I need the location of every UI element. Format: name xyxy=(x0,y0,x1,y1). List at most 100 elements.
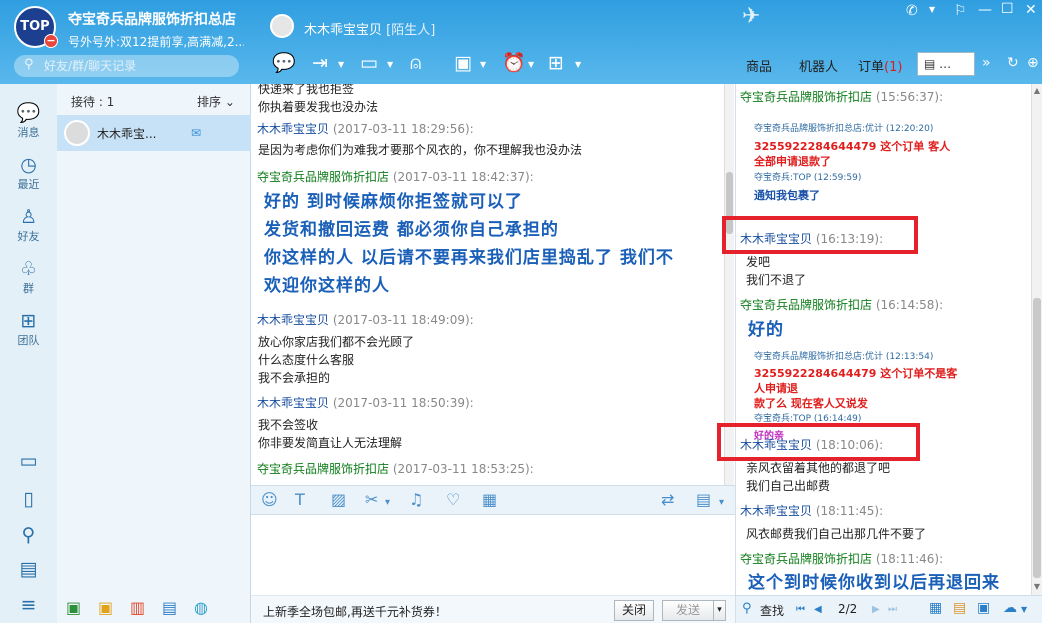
plugin-icon[interactable]: ▣ xyxy=(66,598,81,617)
sender-name[interactable]: 夺宝奇兵品牌服饰折扣店 xyxy=(740,90,872,104)
gift-icon[interactable]: ▣ xyxy=(98,598,113,617)
first-page-icon[interactable]: ⏮ xyxy=(796,604,805,615)
heart-icon[interactable]: ♡ xyxy=(446,491,460,509)
note-icon: ▤ xyxy=(924,57,940,71)
chevron-down-icon[interactable]: ▼ xyxy=(1021,605,1027,614)
window-icon: ▭ xyxy=(19,450,38,472)
export-icon[interactable]: ▣ xyxy=(977,600,990,616)
screenshot-icon[interactable]: ✂ xyxy=(365,491,378,509)
prev-page-icon[interactable]: ◀ xyxy=(814,604,822,615)
user-gear-icon: ⚲ xyxy=(21,524,36,546)
history-icon[interactable]: ▤ xyxy=(696,491,711,509)
search-icon[interactable]: ⚲ xyxy=(742,601,752,616)
font-icon[interactable]: T xyxy=(295,491,305,509)
search-input[interactable] xyxy=(44,57,229,75)
minimize-button[interactable]: — xyxy=(978,2,992,18)
person-icon: ♙ xyxy=(19,206,38,228)
screen-share-icon[interactable]: ▣ xyxy=(454,53,472,73)
sender-name[interactable]: 木木乖宝宝贝 xyxy=(740,504,812,518)
nav-groups[interactable]: ♧ 群 xyxy=(0,258,57,296)
nav-team[interactable]: ⊞ 团队 xyxy=(0,310,57,348)
shop-signature[interactable]: 号外号外:双12提前享,高满减,2... xyxy=(68,33,244,50)
settings-icon[interactable]: ⊕ xyxy=(1027,55,1039,71)
chevron-down-icon[interactable]: ▾ xyxy=(385,494,390,512)
sender-name[interactable]: 夺宝奇兵品牌服饰折扣店 xyxy=(257,170,389,184)
tab-more[interactable]: ▤ … xyxy=(917,52,975,76)
shop-name: 夺宝奇兵品牌服饰折扣总店 xyxy=(68,12,236,28)
sender-name[interactable]: 夺宝奇兵品牌服饰折扣店 xyxy=(740,552,872,566)
calendar-icon[interactable]: ▦ xyxy=(929,600,942,616)
tab-orders[interactable]: 订单(1) xyxy=(858,56,902,75)
scrollbar-thumb[interactable] xyxy=(1033,298,1041,578)
tab-goods[interactable]: 商品 xyxy=(746,56,772,75)
screenshot-clip[interactable]: 夺宝奇兵品牌服饰折扣总店:优计 (12:20:20) 3255922284644… xyxy=(754,122,959,203)
chevron-down-icon[interactable]: ▼ xyxy=(575,60,581,69)
sort-button[interactable]: 排序 ⌄ xyxy=(197,93,235,110)
nav-recent[interactable]: ◷ 最近 xyxy=(0,154,57,192)
message-input[interactable] xyxy=(251,515,735,595)
sender-name[interactable]: 木木乖宝宝贝 xyxy=(257,313,329,327)
mobile-icon: ▯ xyxy=(23,488,34,510)
calculator-icon[interactable]: ▦ xyxy=(482,491,497,509)
sender-name[interactable]: 木木乖宝宝贝 xyxy=(257,122,329,136)
chevron-down-icon[interactable]: ▾ xyxy=(719,494,724,512)
add-contact-icon[interactable]: ⍝ xyxy=(410,53,421,73)
close-button[interactable]: ✕ xyxy=(1025,2,1037,18)
plugin-bar: ▣ ▣ ▥ ▤ ◍ xyxy=(60,596,250,622)
chat-bubble-icon[interactable]: 💬 xyxy=(272,53,296,73)
find-button[interactable]: 查找 xyxy=(760,602,784,619)
pin-icon[interactable]: ⚐ xyxy=(954,3,967,19)
nav-window[interactable]: ▭ xyxy=(0,450,57,472)
nav-inbox[interactable]: ▤ xyxy=(0,558,57,580)
nav-mobile[interactable]: ▯ xyxy=(0,488,57,510)
next-page-icon[interactable]: ▶ xyxy=(872,604,880,615)
phone-icon[interactable]: ✆ xyxy=(906,3,918,19)
app-add-icon[interactable]: ⊞ xyxy=(548,53,564,73)
image-icon[interactable]: ▨ xyxy=(331,491,346,509)
stats-icon[interactable]: ▤ xyxy=(162,598,177,617)
more-tabs-button[interactable]: » xyxy=(982,55,991,71)
transfer-icon[interactable]: ⇥ xyxy=(312,53,328,73)
scroll-up-icon[interactable]: ▲ xyxy=(1033,86,1041,95)
chevron-down-icon[interactable]: ▼ xyxy=(929,5,935,14)
promo-text[interactable]: 上新季全场包邮,再送千元补货券！ xyxy=(263,603,447,620)
alarm-icon[interactable]: ⏰ xyxy=(502,53,526,73)
search-box[interactable]: ⚲ xyxy=(14,55,239,77)
nav-friends[interactable]: ♙ 好友 xyxy=(0,206,57,244)
nav-user-settings[interactable]: ⚲ xyxy=(0,524,57,546)
close-chat-button[interactable]: 关闭 xyxy=(614,600,654,621)
shop-icon[interactable]: ▥ xyxy=(130,598,145,617)
nav-menu[interactable]: ≡ xyxy=(0,594,57,616)
notes-icon[interactable]: ▤ xyxy=(953,600,966,616)
shake-icon[interactable]: ♫ xyxy=(409,491,423,509)
chevron-down-icon[interactable]: ▼ xyxy=(480,60,486,69)
list-item[interactable]: 木木乖宝... ✉ xyxy=(57,115,251,151)
message: 木木乖宝宝贝 (2017-03-11 18:49:09): 放心你家店我们都不会… xyxy=(257,313,474,385)
sender-name[interactable]: 夺宝奇兵品牌服饰折扣店 xyxy=(257,462,389,476)
sender-name[interactable]: 木木乖宝宝贝 xyxy=(257,396,329,410)
sender-name[interactable]: 夺宝奇兵品牌服饰折扣店 xyxy=(740,298,872,312)
cloud-icon[interactable]: ☁ xyxy=(1003,600,1017,616)
history-scrollbar[interactable]: ▲ ▼ xyxy=(1031,84,1042,595)
chevron-down-icon[interactable]: ▼ xyxy=(528,60,534,69)
emoji-icon[interactable]: ☺ xyxy=(261,491,278,509)
video-call-icon[interactable]: ▭ xyxy=(360,53,378,73)
tab-robot[interactable]: 机器人 xyxy=(799,56,838,75)
chat-plugin-icon[interactable]: ◍ xyxy=(194,598,208,617)
maximize-button[interactable]: ☐ xyxy=(1001,1,1014,17)
last-page-icon[interactable]: ⏭ xyxy=(888,604,897,615)
order-count-badge: (1) xyxy=(884,60,903,75)
nav-messages[interactable]: 💬 消息 xyxy=(0,102,57,140)
tab-orders-label: 订单 xyxy=(858,60,885,75)
refresh-icon[interactable]: ↻ xyxy=(1007,55,1019,71)
chevron-down-icon[interactable]: ▼ xyxy=(387,60,393,69)
send-button[interactable]: 发送 xyxy=(662,600,714,621)
avatar xyxy=(64,120,90,146)
chevron-down-icon[interactable]: ▼ xyxy=(338,60,344,69)
scroll-down-icon[interactable]: ▼ xyxy=(1033,582,1041,591)
contact-avatar[interactable] xyxy=(270,14,294,38)
send-options-button[interactable]: ▾ xyxy=(713,600,726,621)
contact-name: 木木乖宝宝贝 xyxy=(304,23,383,38)
quick-reply-icon[interactable]: ⇄ xyxy=(661,491,674,509)
status-badge-icon[interactable]: − xyxy=(44,34,58,48)
